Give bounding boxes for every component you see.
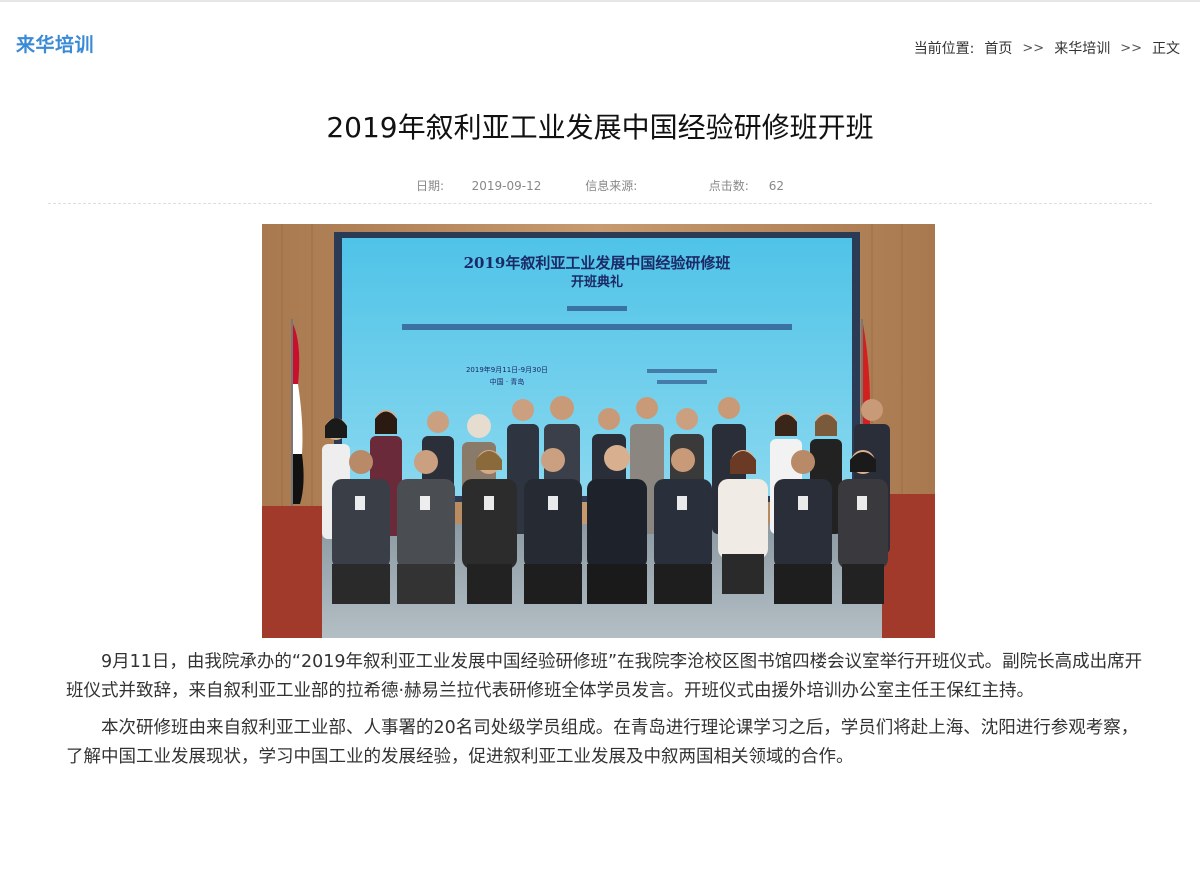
article-title: 2019年叙利亚工业发展中国经验研修班开班	[326, 111, 874, 144]
meta-divider	[48, 203, 1152, 204]
screen-place-left: 中国 · 青岛	[490, 377, 525, 386]
date-field: 日期: 2019-09-12	[406, 179, 551, 193]
breadcrumb-current: 正文	[1152, 41, 1180, 57]
breadcrumb: 当前位置: 首页 >> 来华培训 >> 正文	[914, 38, 1180, 58]
screen-title-line1: 2019年叙利亚工业发展中国经验研修班	[464, 254, 731, 272]
source-field: 信息来源:	[575, 179, 675, 193]
article-paragraph: 本次研修班由来自叙利亚工业部、人事署的20名司处级学员组成。在青岛进行理论课学习…	[66, 718, 1139, 767]
breadcrumb-prefix: 当前位置:	[913, 41, 975, 57]
section-title: 来华培训	[16, 34, 95, 56]
breadcrumb-separator: >>	[1022, 40, 1045, 56]
clicks-value: 62	[768, 179, 785, 193]
screen-title-line2: 开班典礼	[571, 274, 623, 290]
article-paragraph: 9月11日，由我院承办的“2019年叙利亚工业发展中国经验研修班”在我院李沧校区…	[66, 652, 1143, 701]
screen-date-left: 2019年9月11日-9月30日	[466, 365, 548, 374]
group-photo: 2019年叙利亚工业发展中国经验研修班 开班典礼 2019年9月11日-9月30…	[262, 224, 935, 638]
breadcrumb-separator: >>	[1120, 40, 1142, 56]
clicks-label: 点击数:	[708, 179, 749, 193]
top-border	[0, 0, 1200, 2]
clicks-field: 点击数: 62	[699, 179, 794, 193]
breadcrumb-home-link[interactable]: 首页	[984, 38, 1012, 58]
article-body: 9月11日，由我院承办的“2019年叙利亚工业发展中国经验研修班”在我院李沧校区…	[66, 648, 1146, 780]
article-meta: 日期: 2019-09-12 信息来源: 点击数: 62	[0, 177, 1200, 194]
date-label: 日期:	[415, 179, 444, 193]
source-label: 信息来源:	[585, 179, 638, 193]
breadcrumb-section-link[interactable]: 来华培训	[1054, 38, 1110, 58]
date-value: 2019-09-12	[471, 179, 542, 193]
